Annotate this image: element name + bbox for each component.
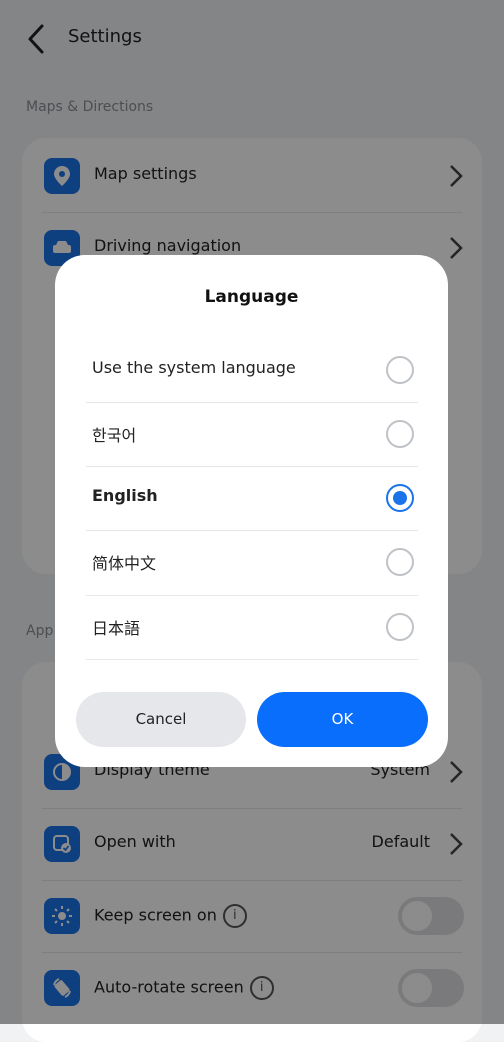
language-option-system[interactable]: Use the system language	[86, 338, 418, 402]
cancel-button[interactable]: Cancel	[76, 692, 246, 747]
option-label: 日本語	[92, 619, 141, 638]
language-option-simplified-chinese[interactable]: 简体中文	[86, 530, 418, 594]
ok-button[interactable]: OK	[257, 692, 428, 747]
divider	[86, 659, 418, 660]
radio-button[interactable]	[386, 356, 414, 384]
language-option-korean[interactable]: 한국어	[86, 402, 418, 466]
radio-button[interactable]	[386, 420, 414, 448]
language-option-japanese[interactable]: 日本語	[86, 595, 418, 659]
radio-button[interactable]	[386, 613, 414, 641]
option-label: 한국어	[92, 426, 137, 445]
option-label: English	[92, 486, 158, 505]
option-label: 简体中文	[92, 554, 157, 573]
language-option-english[interactable]: English	[86, 466, 418, 530]
language-dialog: Language Use the system language 한국어 Eng…	[55, 255, 448, 767]
option-label: Use the system language	[92, 358, 296, 377]
radio-button-selected[interactable]	[386, 484, 414, 512]
radio-button[interactable]	[386, 548, 414, 576]
dialog-title: Language	[204, 287, 299, 307]
